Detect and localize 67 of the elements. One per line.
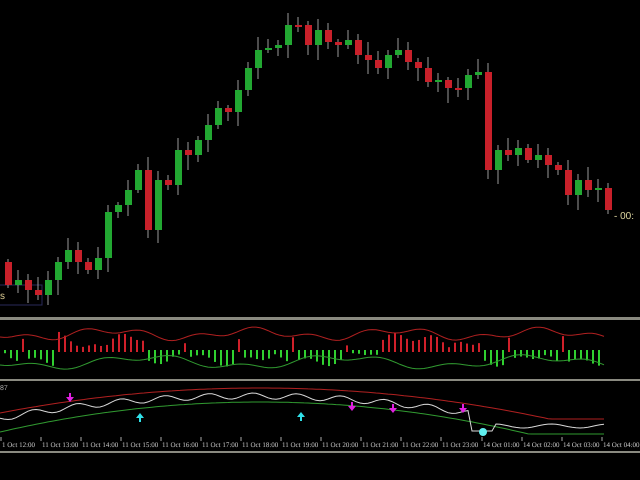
candle: [25, 274, 32, 304]
candle: [35, 276, 42, 300]
candle: [505, 138, 512, 162]
candle: [175, 138, 182, 196]
down-arrow-icon: [389, 404, 397, 413]
candle: [415, 58, 422, 82]
candle: [265, 38, 272, 54]
candle: [285, 12, 292, 58]
candle: [375, 50, 382, 74]
candle: [405, 42, 412, 70]
candle: [435, 72, 442, 92]
candle: [235, 80, 242, 126]
candle: [85, 258, 92, 274]
candle: [205, 114, 212, 152]
candle: [395, 38, 402, 58]
candle: [255, 36, 262, 80]
candle: [495, 144, 502, 184]
candle: [565, 160, 572, 206]
candle: [575, 174, 582, 210]
candle: [75, 242, 82, 274]
candle: [465, 68, 472, 100]
down-arrow-icon: [459, 404, 467, 413]
candle: [195, 136, 202, 162]
candle: [515, 140, 522, 166]
candle: [105, 204, 112, 272]
candle: [475, 58, 482, 80]
candle: [45, 270, 52, 306]
candle: [425, 56, 432, 88]
candle: [455, 78, 462, 98]
candle: [115, 202, 122, 218]
up-arrow-icon: [297, 412, 305, 421]
up-arrow-icon: [136, 413, 144, 422]
candle: [545, 148, 552, 178]
candle: [605, 182, 612, 214]
candle: [385, 50, 392, 80]
candle: [585, 166, 592, 198]
candle: [5, 258, 12, 288]
candle: [445, 76, 452, 104]
candle: [355, 34, 362, 64]
candle: [315, 18, 322, 60]
countdown-text: - 00:: [614, 211, 634, 222]
label-box: s: [0, 284, 42, 306]
candle: [55, 256, 62, 296]
candle: [95, 246, 102, 280]
candle: [345, 30, 352, 50]
candle: [125, 180, 132, 216]
candle: [335, 38, 342, 58]
candle: [295, 16, 302, 32]
candle: [525, 144, 532, 164]
candle: [305, 20, 312, 56]
candle: [325, 22, 332, 50]
candle: [15, 270, 22, 294]
candle: [215, 100, 222, 130]
down-arrow-icon: [66, 393, 74, 402]
candle: [595, 178, 602, 202]
dot-icon: [479, 428, 487, 436]
candle: [135, 164, 142, 194]
candle: [65, 238, 72, 270]
candle: [225, 104, 232, 122]
candle: [165, 174, 172, 190]
down-arrow-icon: [348, 402, 356, 411]
candle: [245, 62, 252, 96]
candle: [275, 40, 282, 56]
candle: [185, 142, 192, 170]
candle: [555, 162, 562, 176]
candle: [365, 42, 372, 74]
candle: [535, 144, 542, 168]
